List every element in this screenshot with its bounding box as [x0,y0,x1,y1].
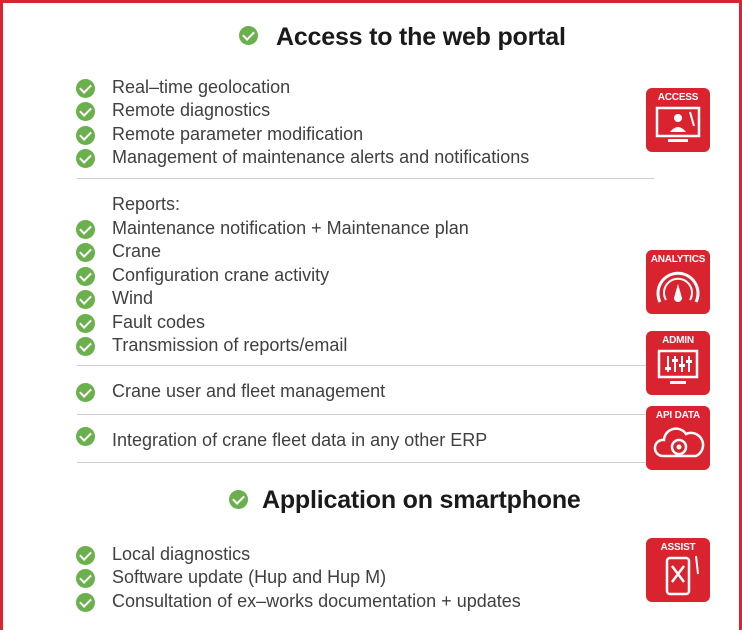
feature-item: Real–time geolocation [112,77,291,97]
check-icon [76,427,95,446]
check-icon [76,79,95,98]
divider [77,365,654,366]
access-badge: ACCESS [646,88,710,152]
check-icon [76,102,95,121]
app-item: Consultation of ex–works documentation +… [112,591,521,611]
divider [77,414,654,415]
heading-check-icon [229,490,248,509]
report-item: Crane [112,241,162,261]
check-icon [76,220,95,239]
check-icon [76,546,95,565]
smartphone-heading: Application on smartphone [262,486,581,514]
check-icon [76,569,95,588]
admin-badge: ADMIN [646,331,710,395]
heading-check-icon [239,26,258,45]
report-item: Maintenance notification + Maintenance p… [112,218,469,238]
divider [77,178,654,179]
feature-item: Management of maintenance alerts and not… [112,147,530,167]
web-portal-heading: Access to the web portal [276,23,566,51]
check-icon [76,593,95,612]
smartphone-tools-icon [665,555,699,596]
check-icon [76,243,95,262]
report-item: Fault codes [112,312,206,332]
feature-item: Remote parameter modification [112,124,364,144]
analytics-badge: ANALYTICS [646,250,710,314]
app-item: Local diagnostics [112,544,251,564]
monitor-worker-icon [655,106,701,142]
feature-item: Crane user and fleet management [112,381,386,401]
check-icon [76,149,95,168]
report-item: Transmission of reports/email [112,335,348,355]
report-item: Wind [112,288,154,308]
check-icon [76,290,95,309]
check-icon [76,383,95,402]
check-icon [76,314,95,333]
check-icon [76,126,95,145]
assist-badge: ASSIST [646,538,710,602]
cloud-gear-icon [653,427,705,458]
sliders-monitor-icon [657,349,699,384]
api-data-badge: API DATA [646,406,710,470]
feature-item: Integration of crane fleet data in any o… [112,430,488,450]
app-item: Software update (Hup and Hup M) [112,567,387,587]
check-icon [76,267,95,286]
check-icon [76,337,95,356]
divider [77,462,654,463]
gauge-icon [656,271,700,303]
report-item: Configuration crane activity [112,265,330,285]
reports-label: Reports: [112,194,181,214]
feature-item: Remote diagnostics [112,100,271,120]
